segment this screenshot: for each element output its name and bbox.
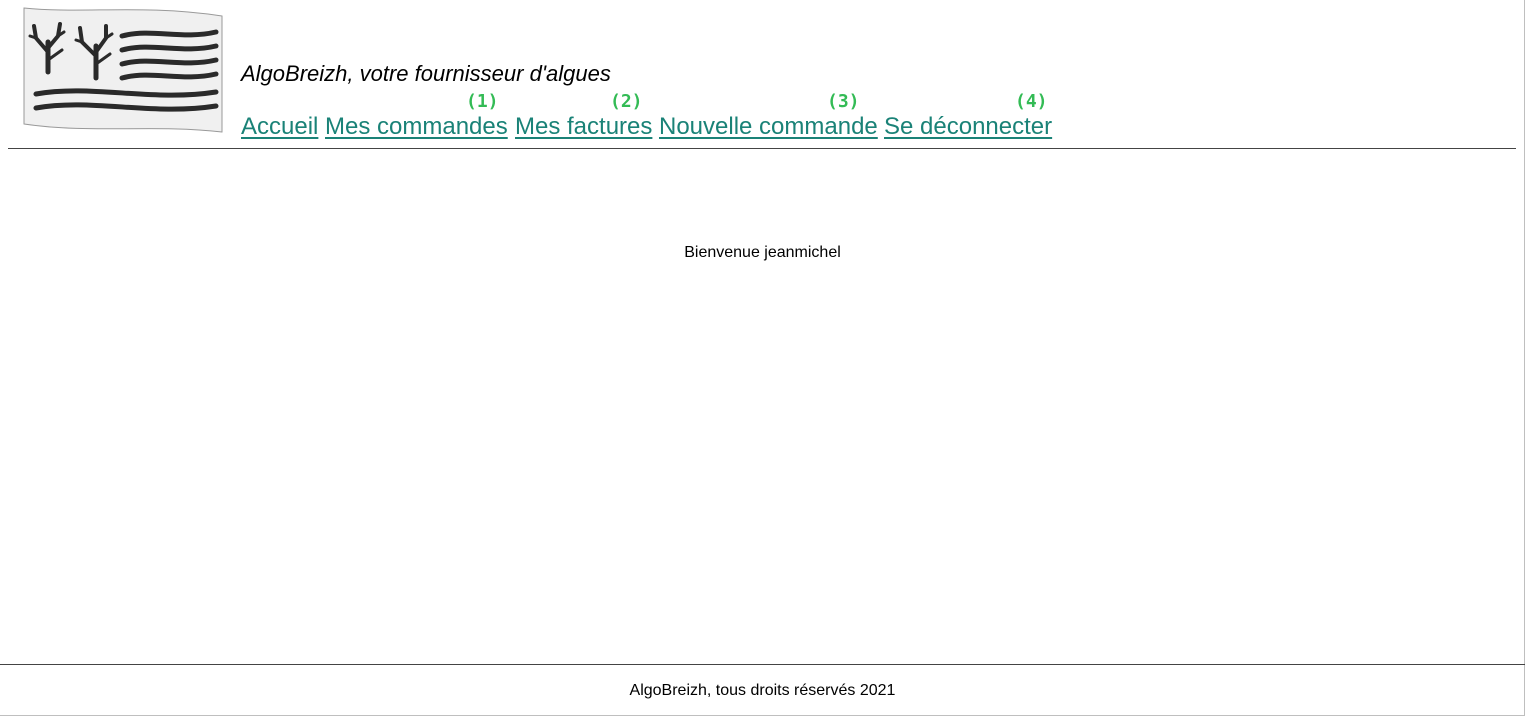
nav-link-mes-factures[interactable]: Mes factures bbox=[515, 113, 652, 141]
footer-copyright: AlgoBreizh, tous droits réservés 2021 bbox=[629, 682, 896, 699]
nav-annotation-4: (4) bbox=[1015, 91, 1048, 112]
algobreizh-logo bbox=[23, 7, 223, 133]
nav-link-se-deconnecter[interactable]: Se déconnecter bbox=[884, 113, 1052, 141]
nav-annotation-2: (2) bbox=[610, 91, 643, 112]
nav-link-mes-commandes[interactable]: Mes commandes bbox=[325, 113, 508, 141]
nav-annotation-1: (1) bbox=[466, 91, 499, 112]
footer-divider bbox=[0, 664, 1525, 665]
welcome-message: Bienvenue jeanmichel bbox=[684, 244, 841, 261]
site-tagline: AlgoBreizh, votre fournisseur d'algues bbox=[241, 61, 611, 86]
nav-link-accueil[interactable]: Accueil bbox=[241, 113, 318, 141]
page: AlgoBreizh, votre fournisseur d'algues (… bbox=[0, 0, 1525, 716]
header-divider bbox=[8, 148, 1516, 149]
nav-link-nouvelle-commande[interactable]: Nouvelle commande bbox=[659, 113, 878, 141]
nav-annotation-3: (3) bbox=[827, 91, 860, 112]
